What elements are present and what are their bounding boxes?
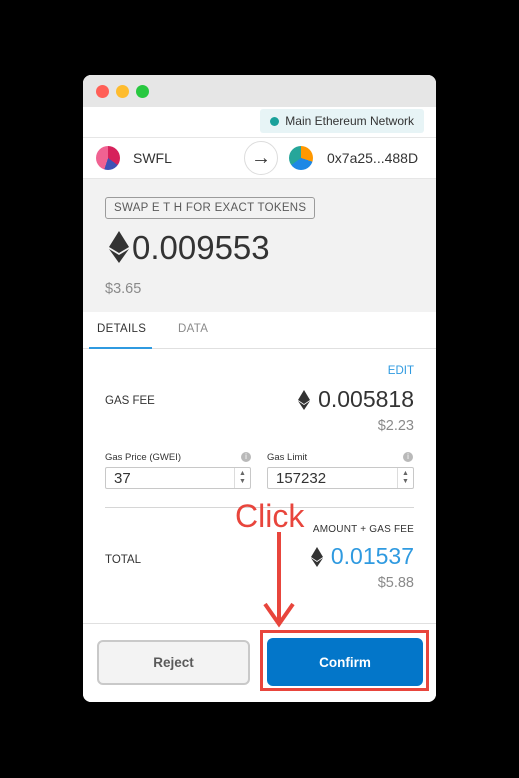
minimize-window-button[interactable] [116, 85, 129, 98]
reject-button[interactable]: Reject [97, 640, 250, 685]
tab-bar: DETAILS DATA [83, 312, 436, 349]
gas-limit-value: 157232 [276, 470, 327, 487]
info-icon[interactable]: i [403, 452, 413, 462]
network-label: Main Ethereum Network [285, 114, 414, 128]
transaction-summary: SWAP E T H FOR EXACT TOKENS 0.009553 $3.… [83, 179, 436, 312]
ethereum-icon [311, 547, 323, 567]
annotation-arrow-icon [263, 532, 295, 628]
maximize-window-button[interactable] [136, 85, 149, 98]
total-eth: 0.01537 [330, 543, 414, 569]
total-fiat: $5.88 [377, 575, 414, 591]
account-row: SWFL → 0x7a25...488D [83, 137, 436, 179]
tab-details[interactable]: DETAILS [97, 323, 146, 335]
gas-price-label: Gas Price (GWEI) [105, 452, 182, 463]
method-badge: SWAP E T H FOR EXACT TOKENS [105, 197, 316, 219]
details-panel: EDIT GAS FEE 0.005818 $2.23 Gas Price (G… [83, 349, 436, 624]
close-window-button[interactable] [96, 85, 109, 98]
network-selector[interactable]: Main Ethereum Network [260, 109, 424, 133]
gas-fee-eth: 0.005818 [318, 386, 414, 412]
annotation-highlight-box [260, 630, 429, 691]
gas-price-stepper[interactable]: ▲ ▼ [234, 468, 250, 488]
gas-limit-label: Gas Limit [267, 452, 308, 463]
edit-link[interactable]: EDIT [388, 365, 414, 377]
gas-fee-fiat: $2.23 [377, 418, 414, 434]
to-account-address[interactable]: 0x7a25...488D [327, 150, 418, 166]
metamask-window: Main Ethereum Network SWFL → 0x7a25...48… [83, 75, 436, 702]
gas-limit-stepper[interactable]: ▲ ▼ [397, 468, 413, 488]
total-label: TOTAL [105, 554, 141, 566]
amount-plus-gas-label: AMOUNT + GAS FEE [312, 524, 414, 535]
to-account-avatar [289, 146, 313, 170]
ethereum-icon [298, 390, 310, 410]
gas-price-input[interactable]: 37 ▲ ▼ [105, 467, 251, 489]
info-icon[interactable]: i [241, 452, 251, 462]
gas-price-value: 37 [114, 470, 131, 487]
network-status-icon [270, 116, 280, 126]
title-bar [83, 75, 436, 107]
gas-fee-label: GAS FEE [105, 395, 155, 407]
transaction-fiat-amount: $3.65 [105, 281, 142, 297]
network-row: Main Ethereum Network [83, 107, 436, 137]
ethereum-icon [109, 231, 129, 263]
from-account-avatar [96, 146, 120, 170]
transaction-amount: 0.009553 [132, 229, 270, 266]
from-account-name: SWFL [133, 150, 172, 166]
arrow-right-icon: → [244, 141, 278, 175]
gas-limit-input[interactable]: 157232 ▲ ▼ [267, 467, 414, 489]
tab-data[interactable]: DATA [178, 323, 208, 335]
